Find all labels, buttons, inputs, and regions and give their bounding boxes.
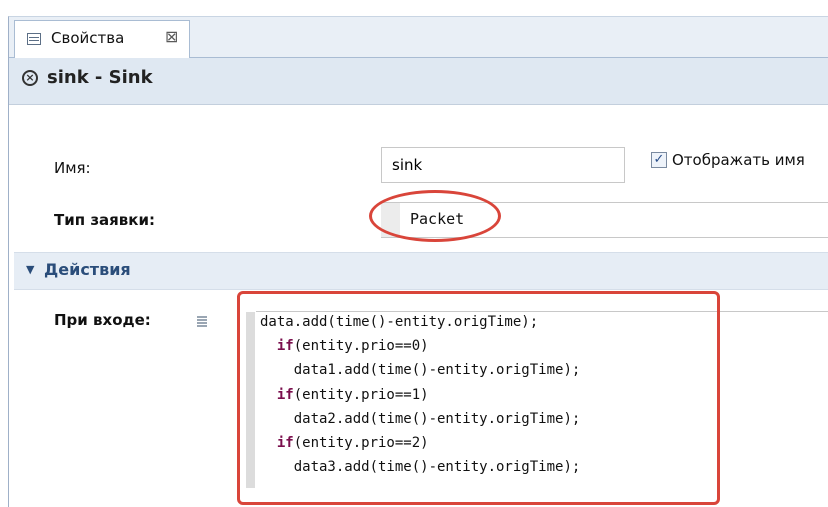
page-title: sink - Sink bbox=[47, 67, 153, 88]
name-field[interactable] bbox=[381, 147, 625, 183]
section-actions[interactable]: ▼ Действия bbox=[14, 252, 828, 290]
section-actions-label: Действия bbox=[44, 260, 131, 279]
show-name-checkbox[interactable]: ✓ bbox=[651, 152, 667, 168]
show-name-label: Отображать имя bbox=[672, 151, 805, 169]
highlight-rectangle bbox=[237, 291, 720, 505]
properties-icon bbox=[27, 33, 41, 45]
properties-title-bar: × sink - Sink bbox=[9, 58, 828, 105]
tab-properties[interactable]: Свойства ⊠ bbox=[14, 20, 190, 58]
on-enter-label: При входе: bbox=[54, 311, 151, 329]
tab-label: Свойства bbox=[51, 29, 125, 47]
code-mode-icon[interactable] bbox=[197, 316, 207, 328]
name-label: Имя: bbox=[54, 159, 91, 177]
sink-block-icon: × bbox=[22, 70, 38, 86]
expand-arrow-icon[interactable]: ▼ bbox=[26, 263, 34, 276]
highlight-ellipse bbox=[369, 190, 501, 242]
close-icon[interactable]: ⊠ bbox=[165, 27, 178, 46]
entity-type-label: Тип заявки: bbox=[54, 211, 155, 229]
